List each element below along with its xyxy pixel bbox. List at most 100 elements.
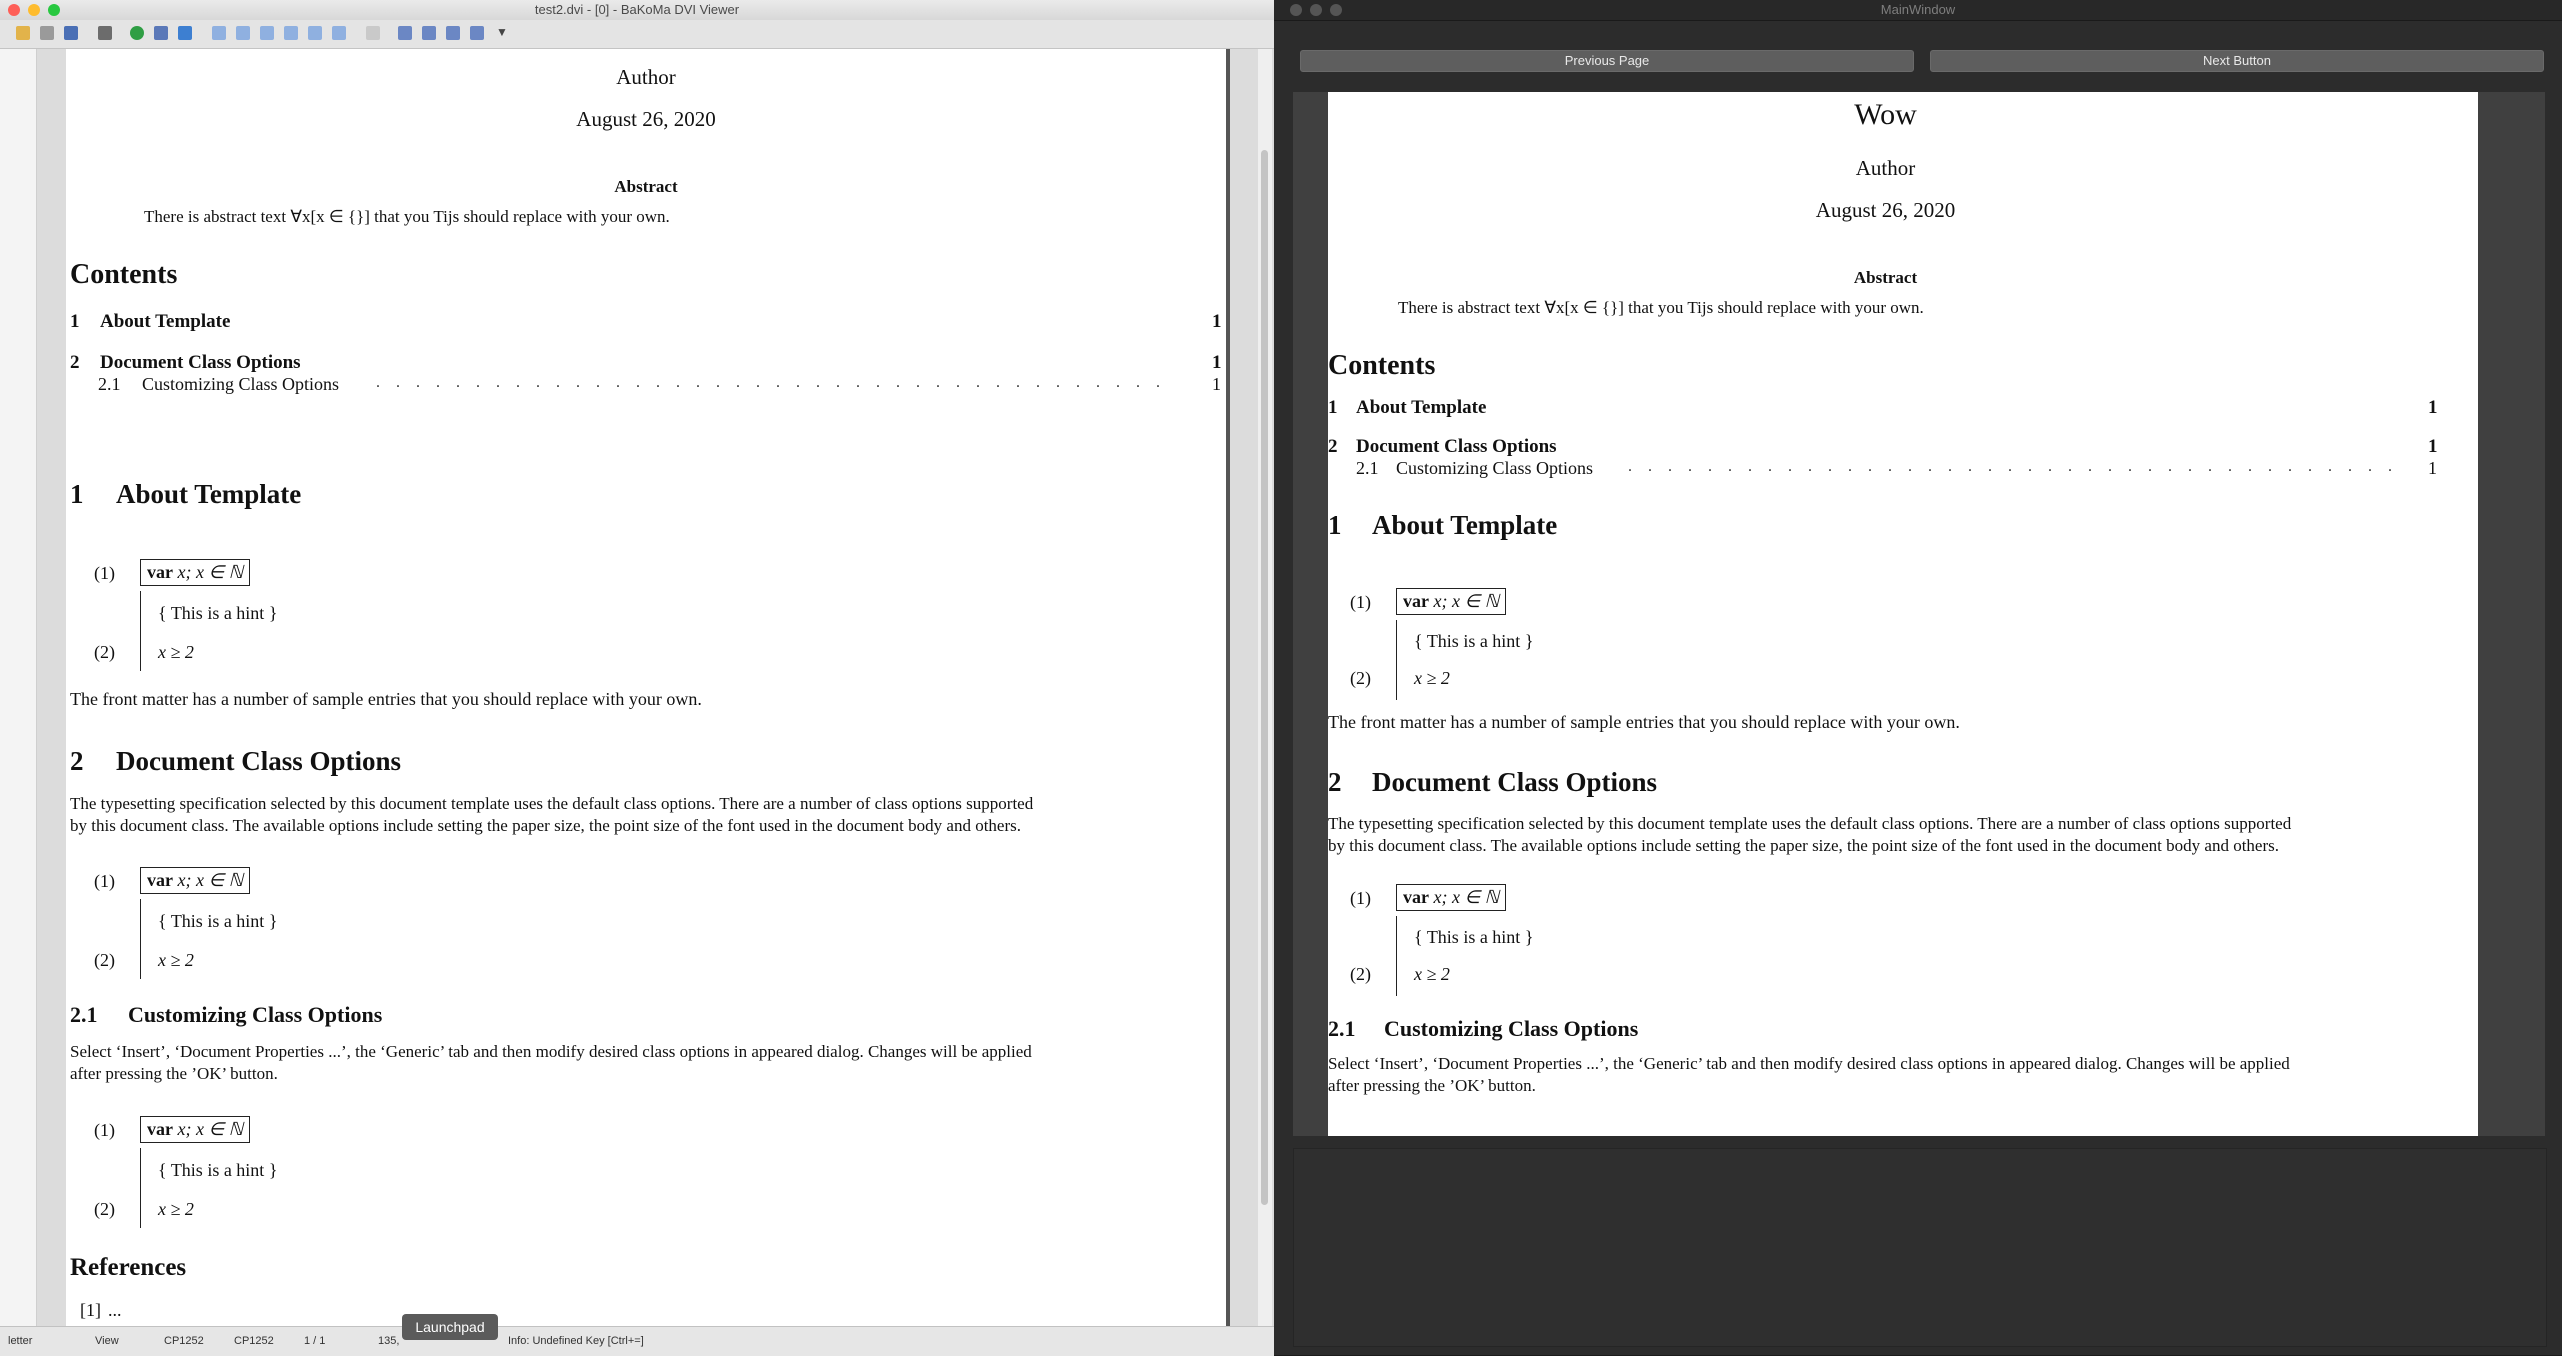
alg-label-1: (1) [1350, 592, 1371, 612]
para-customizing-1: Select ‘Insert’, ‘Document Properties ..… [70, 1042, 1032, 1061]
para-customizing-2: after pressing the ’OK’ button. [70, 1064, 278, 1083]
toolbar-dropdown-icon[interactable]: ▼ [496, 25, 508, 39]
status-bar: letter View CP1252 CP1252 1 / 1 135, Inf… [0, 1326, 1274, 1356]
minimize-icon[interactable] [1310, 4, 1322, 16]
para-customizing-1: Select ‘Insert’, ‘Document Properties ..… [1328, 1054, 2290, 1073]
minimize-icon[interactable] [28, 4, 40, 16]
maximize-icon[interactable] [48, 4, 60, 16]
status-paper[interactable]: letter [8, 1335, 32, 1347]
toc-page-2: 1 [1212, 352, 1222, 373]
abstract-heading: Abstract [614, 177, 678, 196]
last-page-icon[interactable] [332, 26, 346, 40]
subsection-title: Customizing Class Options [128, 1002, 383, 1027]
contents-heading: Contents [70, 259, 178, 290]
alg-decl: x; x ∈ ℕ [1433, 591, 1500, 611]
alg-cond: x ≥ 2 [1414, 668, 1450, 688]
status-mode[interactable]: View [95, 1335, 119, 1347]
find-icon[interactable] [154, 26, 168, 40]
toc-title-3: Customizing Class Options [142, 374, 340, 394]
para-front-matter: The front matter has a number of sample … [70, 689, 702, 709]
abstract-text: There is abstract text ∀x[x ∈ {}] that y… [144, 207, 670, 226]
doc-date: August 26, 2020 [576, 107, 716, 131]
scrollbar-thumb[interactable] [1261, 150, 1268, 1205]
pdf-viewer[interactable]: Wow Author August 26, 2020 Abstract Ther… [1293, 92, 2545, 1136]
toc-num-3: 2.1 [1356, 458, 1379, 478]
next-section-icon[interactable] [308, 26, 322, 40]
toc-num-1: 1 [70, 311, 80, 332]
status-info: Info: Undefined Key [Ctrl+=] [508, 1335, 644, 1347]
references-heading: References [70, 1254, 187, 1281]
toc-page-2: 1 [2428, 436, 2438, 457]
toc-title-2: Document Class Options [1356, 436, 1557, 457]
alg-label-1: (1) [94, 871, 115, 891]
toc-num-3: 2.1 [98, 374, 121, 394]
dvi-page: Author August 26, 2020 Abstract There is… [66, 49, 1230, 1326]
previous-page-button[interactable]: Previous Page [1300, 50, 1914, 72]
alg-cond: x ≥ 2 [158, 1199, 194, 1219]
zoom-fit-icon[interactable] [422, 26, 436, 40]
prev-section-icon[interactable] [236, 26, 250, 40]
alg-label-1: (1) [1350, 888, 1371, 908]
contents-heading: Contents [1328, 350, 1436, 381]
subsection-title: Customizing Class Options [1384, 1016, 1639, 1041]
alg-decl: x; x ∈ ℕ [1433, 887, 1500, 907]
alg-label-1: (1) [94, 563, 115, 583]
doc-title: Wow [1854, 98, 1917, 131]
refresh-icon[interactable] [130, 26, 144, 40]
close-icon[interactable] [8, 4, 20, 16]
right-title-bar: MainWindow [1274, 0, 2562, 21]
section-1-title: About Template [116, 479, 302, 509]
bottom-panel [1293, 1148, 2547, 1347]
left-title-bar: test2.dvi - [0] - BaKoMa DVI Viewer [0, 0, 1274, 21]
launchpad-tooltip: Launchpad [402, 1314, 498, 1340]
zoom-width-icon[interactable] [446, 26, 460, 40]
alg-label-2: (2) [1350, 964, 1371, 984]
para-typesetting-1: The typesetting specification selected b… [1328, 814, 2292, 833]
alg-hint: { This is a hint } [158, 1160, 278, 1180]
section-1-num: 1 [70, 479, 84, 509]
toc-page-1: 1 [2428, 397, 2438, 418]
print-icon[interactable] [40, 26, 54, 40]
edit-icon[interactable] [98, 26, 112, 40]
page-icon[interactable] [366, 26, 380, 40]
alg-label-1: (1) [94, 1120, 115, 1140]
next-page-icon[interactable] [284, 26, 298, 40]
next-page-button[interactable]: Next Button [1930, 50, 2544, 72]
alg-box: var x; x ∈ ℕ [1396, 588, 1507, 615]
alg-keyword: var [147, 870, 173, 890]
doc-date: August 26, 2020 [1815, 198, 1956, 222]
alg-bar [140, 899, 141, 979]
status-codepage-1[interactable]: CP1252 [164, 1335, 204, 1347]
alg-box: var x; x ∈ ℕ [1396, 884, 1507, 911]
alg-box: var x; x ∈ ℕ [140, 559, 251, 586]
first-page-icon[interactable] [212, 26, 226, 40]
toc-num-2: 2 [70, 352, 80, 373]
toc-page-3: 1 [1212, 374, 1221, 394]
subsection-num: 2.1 [1328, 1016, 1356, 1041]
toolbar: ▼ [0, 20, 1274, 49]
section-1-title: About Template [1372, 510, 1558, 540]
subsection-num: 2.1 [70, 1002, 98, 1027]
prev-page-icon[interactable] [260, 26, 274, 40]
alg-hint: { This is a hint } [158, 603, 278, 623]
close-icon[interactable] [1290, 4, 1302, 16]
alg-decl: x; x ∈ ℕ [177, 1119, 244, 1139]
goto-icon[interactable] [178, 26, 192, 40]
section-2-title: Document Class Options [116, 746, 402, 776]
toc-num-1: 1 [1328, 397, 1338, 418]
toc-leader-dots: . . . . . . . . . . . . . . . . . . . . … [1628, 458, 2398, 475]
alg-bar [140, 1148, 141, 1228]
ref-label-1: [1] [80, 1300, 101, 1320]
alg-keyword: var [147, 562, 173, 582]
open-icon[interactable] [16, 26, 30, 40]
section-2-num: 2 [70, 746, 84, 776]
right-window-title: MainWindow [1880, 2, 1956, 17]
status-codepage-2[interactable]: CP1252 [234, 1335, 274, 1347]
doc-author: Author [616, 65, 676, 89]
toc-page-1: 1 [1212, 311, 1222, 332]
alg-keyword: var [1403, 887, 1429, 907]
zoom-in-icon[interactable] [398, 26, 412, 40]
save-icon[interactable] [64, 26, 78, 40]
maximize-icon[interactable] [1330, 4, 1342, 16]
zoom-out-icon[interactable] [470, 26, 484, 40]
